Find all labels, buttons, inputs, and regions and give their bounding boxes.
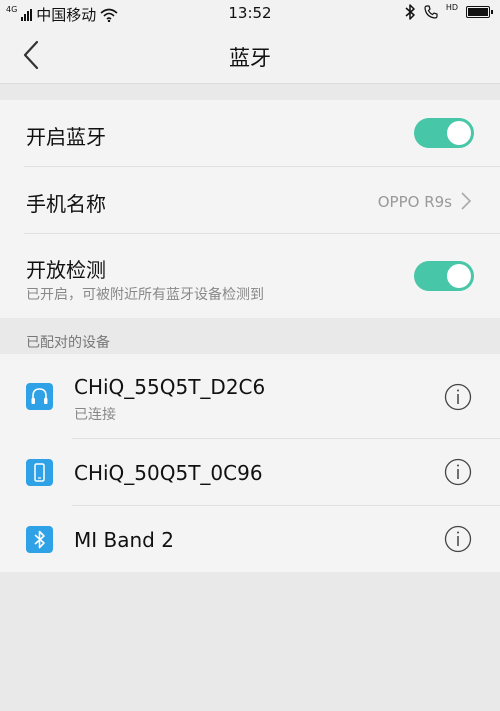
- phone-call-icon: [424, 5, 438, 19]
- device-status: 已连接: [74, 407, 116, 423]
- device-name: CHiQ_50Q5T_0C96: [74, 461, 263, 485]
- headphones-icon: [26, 383, 53, 410]
- paired-devices-header: 已配对的设备: [0, 318, 500, 354]
- hd-label: HD: [445, 2, 458, 12]
- toggle-knob: [447, 121, 471, 145]
- bluetooth-toggle[interactable]: [414, 118, 474, 148]
- bluetooth-status-icon: [405, 4, 415, 20]
- toggle-knob: [447, 264, 471, 288]
- chevron-right-icon: [461, 192, 472, 210]
- phone-name-value: OPPO R9s: [377, 193, 452, 211]
- nav-bar: 蓝牙: [0, 28, 500, 84]
- bluetooth-toggle-label: 开启蓝牙: [26, 125, 106, 149]
- discoverable-label: 开放检测: [26, 258, 106, 282]
- discoverable-description: 已开启，可被附近所有蓝牙设备检测到: [26, 287, 264, 303]
- info-icon[interactable]: [444, 458, 472, 486]
- info-icon[interactable]: [444, 383, 472, 411]
- info-icon[interactable]: [444, 525, 472, 553]
- device-name: CHiQ_55Q5T_D2C6: [74, 375, 266, 399]
- discoverable-toggle[interactable]: [414, 261, 474, 291]
- page-title: 蓝牙: [229, 46, 271, 70]
- device-name: MI Band 2: [74, 528, 174, 552]
- bluetooth-toggle-row[interactable]: 开启蓝牙: [0, 100, 500, 167]
- status-right: HD: [404, 2, 493, 20]
- list-item[interactable]: CHiQ_50Q5T_0C96: [0, 439, 500, 506]
- list-item[interactable]: CHiQ_55Q5T_D2C6 已连接: [0, 354, 500, 439]
- phone-name-label: 手机名称: [26, 192, 106, 216]
- battery-icon: [466, 6, 493, 18]
- phone-name-row[interactable]: 手机名称 OPPO R9s: [0, 167, 500, 234]
- paired-devices-title: 已配对的设备: [26, 335, 110, 351]
- discoverable-row[interactable]: 开放检测 已开启，可被附近所有蓝牙设备检测到: [0, 234, 500, 318]
- bluetooth-icon: [26, 526, 53, 553]
- list-item[interactable]: MI Band 2: [0, 506, 500, 572]
- phone-icon: [26, 459, 53, 486]
- status-bar: 4G 中国移动 13:52 HD: [0, 0, 500, 28]
- paired-devices-list: CHiQ_55Q5T_D2C6 已连接 CHiQ_50Q5T_0C96 MI B…: [0, 354, 500, 572]
- settings-section: 开启蓝牙 手机名称 OPPO R9s 开放检测 已开启，可被附近所有蓝牙设备检测…: [0, 100, 500, 318]
